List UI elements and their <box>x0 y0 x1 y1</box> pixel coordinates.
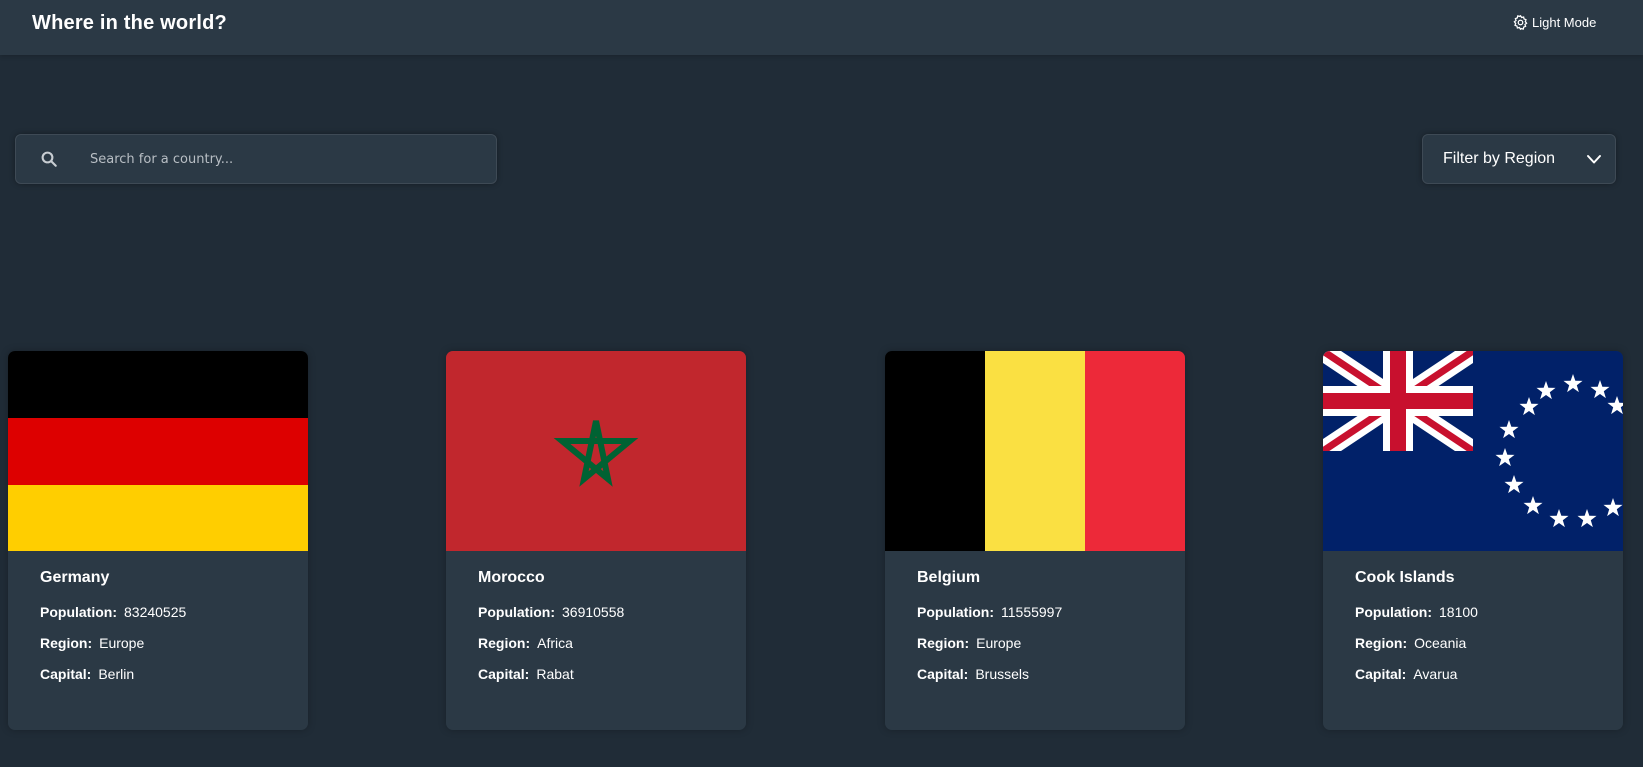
population-row: Population: 18100 <box>1355 604 1478 620</box>
capital-value: Rabat <box>536 666 574 682</box>
capital-row: Capital: Rabat <box>478 666 574 682</box>
population-value: 18100 <box>1439 604 1478 620</box>
capital-row: Capital: Avarua <box>1355 666 1457 682</box>
capital-row: Capital: Brussels <box>917 666 1029 682</box>
region-row: Region: Africa <box>478 635 573 651</box>
light-mode-toggle[interactable]: Light Mode <box>1512 14 1596 31</box>
population-value: 11555997 <box>1001 604 1063 620</box>
gear-icon <box>1512 14 1529 31</box>
country-name: Belgium <box>917 569 981 586</box>
germany-flag <box>8 351 308 551</box>
region-value: Europe <box>99 635 145 651</box>
cook-islands-flag <box>1323 351 1623 551</box>
capital-value: Berlin <box>98 666 135 682</box>
country-name: Cook Islands <box>1355 569 1455 586</box>
country-name: Morocco <box>478 569 545 586</box>
app-title: Where in the world? <box>32 12 227 34</box>
capital-label: Capital: <box>478 666 530 682</box>
capital-label: Capital: <box>40 666 92 682</box>
region-label: Region: <box>478 635 531 651</box>
population-label: Population: <box>478 604 555 620</box>
population-row: Population: 36910558 <box>478 604 624 620</box>
capital-row: Capital: Berlin <box>40 666 134 682</box>
region-label: Region: <box>1355 635 1408 651</box>
region-value: Africa <box>537 635 573 651</box>
country-card[interactable]: Germany Population: 83240525 Region: Europ… <box>8 351 308 730</box>
population-label: Population: <box>917 604 994 620</box>
search-box[interactable] <box>15 134 497 184</box>
morocco-flag <box>446 351 746 551</box>
country-card[interactable]: Morocco Population: 36910558 Region: Afric… <box>446 351 746 730</box>
population-row: Population: 11555997 <box>917 604 1062 620</box>
top-bar: Where in the world? Light Mode <box>0 0 1643 55</box>
search-input[interactable] <box>90 145 480 173</box>
capital-label: Capital: <box>1355 666 1407 682</box>
population-value: 36910558 <box>562 604 625 620</box>
region-row: Region: Oceania <box>1355 635 1466 651</box>
population-row: Population: 83240525 <box>40 604 186 620</box>
capital-value: Brussels <box>975 666 1030 682</box>
country-card[interactable]: Belgium Population: 11555997 Region: Europ… <box>885 351 1185 730</box>
light-mode-label: Light Mode <box>1532 15 1597 30</box>
population-value: 83240525 <box>124 604 187 620</box>
filter-label: Filter by Region <box>1443 150 1556 167</box>
region-label: Region: <box>40 635 93 651</box>
region-value: Oceania <box>1414 635 1467 651</box>
population-label: Population: <box>40 604 117 620</box>
capital-label: Capital: <box>917 666 969 682</box>
region-label: Region: <box>917 635 970 651</box>
belgium-flag <box>885 351 1185 551</box>
capital-value: Avarua <box>1413 666 1458 682</box>
country-name: Germany <box>40 569 110 586</box>
region-row: Region: Europe <box>917 635 1021 651</box>
region-filter-dropdown[interactable]: Filter by Region <box>1422 134 1616 184</box>
population-label: Population: <box>1355 604 1432 620</box>
region-value: Europe <box>976 635 1022 651</box>
country-card[interactable]: Cook Islands Population: 18100 Region: Oce… <box>1323 351 1623 730</box>
region-row: Region: Europe <box>40 635 144 651</box>
